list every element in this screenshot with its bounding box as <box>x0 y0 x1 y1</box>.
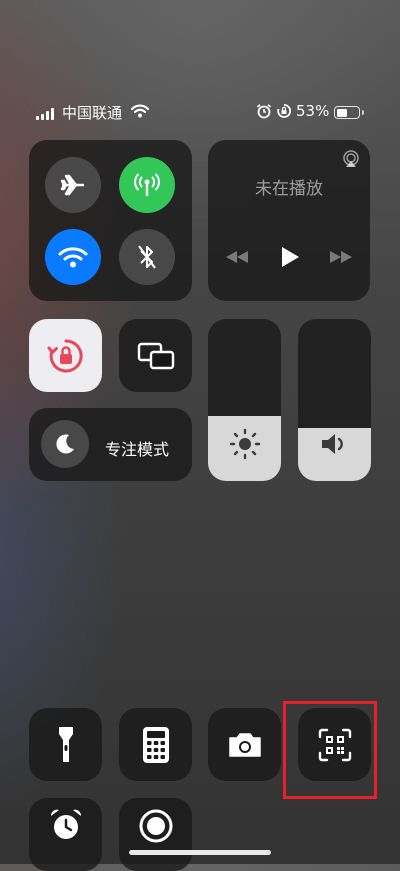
alarm-icon <box>256 104 272 119</box>
next-icon[interactable] <box>329 250 353 264</box>
now-playing-panel[interactable]: 未在播放 <box>208 140 370 301</box>
volume-slider[interactable] <box>298 319 371 481</box>
screen-mirroring-button[interactable] <box>119 319 192 392</box>
airplane-mode-toggle[interactable] <box>45 157 101 213</box>
airplane-icon <box>60 174 84 196</box>
wifi-icon <box>131 104 149 118</box>
orientation-lock-icon <box>47 338 83 372</box>
brightness-slider[interactable] <box>208 319 281 481</box>
camera-button[interactable] <box>208 708 281 781</box>
rotation-lock-icon <box>277 104 292 118</box>
bluetooth-icon <box>138 245 156 269</box>
previous-icon[interactable] <box>225 250 249 264</box>
screen-recording-button[interactable] <box>119 798 192 871</box>
carrier-name: 中国联通 <box>62 104 123 122</box>
battery-percent: 53% <box>296 102 330 120</box>
now-playing-title: 未在播放 <box>255 179 323 199</box>
moon-icon <box>56 434 74 454</box>
cellular-antenna-icon <box>134 173 160 196</box>
focus-label: 专注模式 <box>105 440 170 459</box>
cellular-data-toggle[interactable] <box>119 157 175 213</box>
connectivity-panel <box>29 140 192 301</box>
focus-icon-circle <box>41 420 89 468</box>
bluetooth-toggle[interactable] <box>119 229 175 285</box>
signal-icon <box>36 108 56 120</box>
alarm-clock-icon <box>50 809 81 839</box>
play-icon[interactable] <box>280 246 300 268</box>
camera-icon <box>228 732 261 757</box>
calculator-icon <box>142 726 169 763</box>
alarm-button[interactable] <box>29 798 102 871</box>
calculator-button[interactable] <box>119 708 192 781</box>
status-bar: 中国联通 53% <box>0 98 400 126</box>
speaker-icon <box>322 434 343 454</box>
flashlight-button[interactable] <box>29 708 102 781</box>
wifi-toggle[interactable] <box>45 229 101 285</box>
battery-icon <box>334 106 364 119</box>
flashlight-icon <box>58 726 73 762</box>
screen-record-icon <box>139 809 172 842</box>
orientation-lock-button[interactable] <box>29 319 102 392</box>
home-indicator[interactable] <box>129 850 271 855</box>
highlight-box <box>283 701 377 799</box>
screen-mirroring-icon <box>137 342 174 369</box>
wifi-icon <box>58 247 88 268</box>
focus-button[interactable]: 专注模式 <box>29 408 192 481</box>
sun-icon <box>229 428 261 460</box>
airplay-icon[interactable] <box>341 150 361 168</box>
